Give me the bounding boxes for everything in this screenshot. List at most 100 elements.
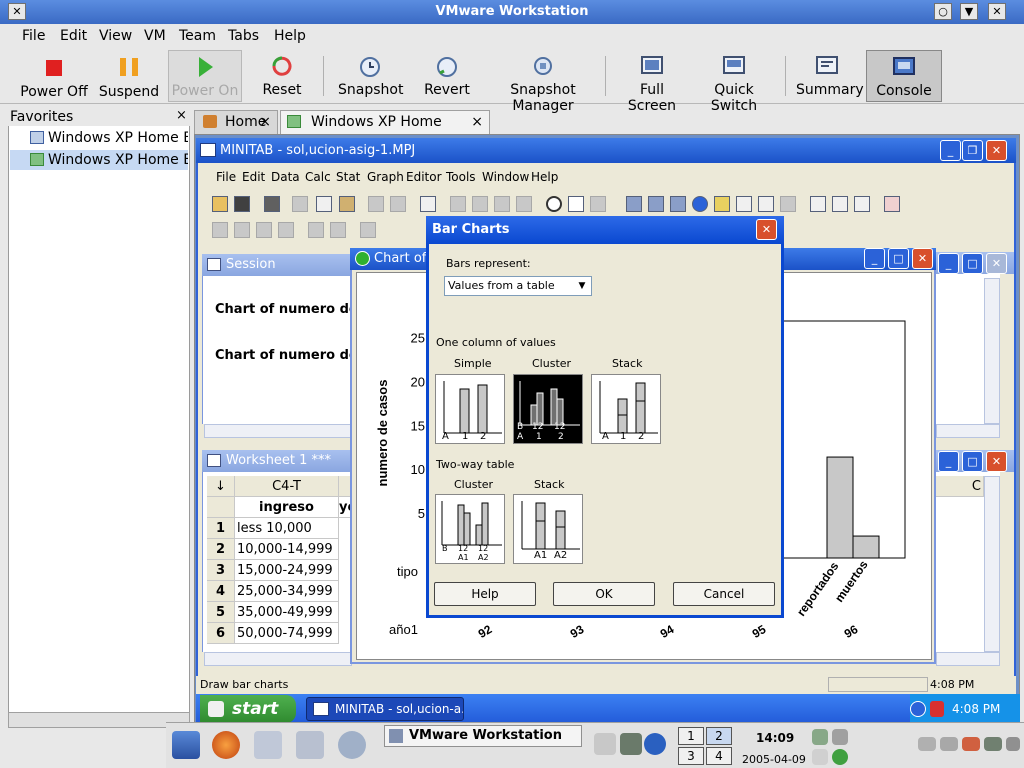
revert-button[interactable]: Revert [420,50,474,102]
stat-guide-icon[interactable] [590,196,606,212]
menu-edit[interactable]: Edit [60,28,87,44]
open-icon[interactable] [212,196,228,212]
row-number[interactable]: 1 [207,518,235,539]
worksheet-maximize-button[interactable]: □ [962,451,983,472]
reset-button[interactable]: Reset [258,50,306,102]
menu-vm[interactable]: VM [144,28,166,44]
up-arrow-icon[interactable] [450,196,466,212]
printer-icon[interactable] [832,729,848,745]
pager-desktop-3[interactable]: 3 [678,747,704,765]
start-button[interactable]: start [200,695,296,723]
data-direction-arrow[interactable]: ↓ [207,476,235,497]
worksheet-close-button[interactable]: ✕ [986,451,1007,472]
speaker-icon[interactable] [594,733,616,755]
brush-icon[interactable] [308,222,324,238]
cluster-chart-option[interactable]: B 12 12 A 1 2 [513,374,583,444]
help-button[interactable]: Help [434,582,536,606]
move-columns-icon[interactable] [256,222,272,238]
row-number[interactable]: 5 [207,602,235,623]
pen-icon[interactable] [330,222,346,238]
security-shield-icon[interactable] [930,701,944,717]
table-cell[interactable]: 35,000-49,999 [235,602,339,623]
check-icon[interactable] [644,733,666,755]
pager-desktop-2[interactable]: 2 [706,727,732,745]
undo-icon[interactable] [368,196,384,212]
logout-icon[interactable] [812,749,828,765]
maximize-button[interactable]: ▼ [960,3,978,20]
eraser-icon[interactable] [360,222,376,238]
display-icon[interactable] [940,737,958,751]
table-cell[interactable]: 10,000-14,999 [235,539,339,560]
keyboard-icon[interactable] [918,737,936,751]
two-way-cluster-option[interactable]: B 12 12 A1 A2 [435,494,505,564]
table-icon[interactable] [854,196,870,212]
table-cell[interactable]: 50,000-74,999 [235,623,339,644]
dialog-close-button[interactable]: ✕ [756,219,777,240]
taskbar-minitab-button[interactable]: MINITAB - sol,ucion-a... [306,697,464,721]
last-dialog-icon[interactable] [420,196,436,212]
network-icon[interactable] [620,733,642,755]
suspend-button[interactable]: Suspend [98,50,160,102]
help-icon[interactable] [568,196,584,212]
chart-maximize-button[interactable]: □ [888,248,909,269]
session-close-button[interactable]: ✕ [986,253,1007,274]
mt-menu-data[interactable]: Data [271,170,300,184]
pager-desktop-1[interactable]: 1 [678,727,704,745]
session-content[interactable]: Chart of numero de Chart of numero de [202,276,358,424]
globe-icon[interactable] [338,731,366,759]
find-icon[interactable] [494,196,510,212]
column-header[interactable]: C [936,476,984,497]
minitab-close-button[interactable]: ✕ [986,140,1007,161]
close-graphs-icon[interactable] [884,196,900,212]
save-icon[interactable] [234,196,250,212]
lock-icon[interactable] [812,729,828,745]
history-icon[interactable] [714,196,730,212]
snapshot-button[interactable]: Snapshot [338,50,403,102]
report-pad-icon[interactable] [736,196,752,212]
chart-minimize-button[interactable]: _ [864,248,885,269]
mt-menu-window[interactable]: Window [482,170,529,184]
show-graphs-icon[interactable] [810,196,826,212]
minitab-minimize-button[interactable]: _ [940,140,961,161]
column-name[interactable]: ingreso [235,497,339,518]
arrange-icon[interactable] [780,196,796,212]
favorite-item[interactable]: Windows XP Home Edi [10,128,188,148]
session-maximize-button[interactable]: □ [962,253,983,274]
session-hscrollbar[interactable] [204,424,352,438]
mt-menu-calc[interactable]: Calc [305,170,331,184]
row-number[interactable]: 3 [207,560,235,581]
firefox-icon[interactable] [212,731,240,759]
mt-menu-editor[interactable]: Editor [406,170,442,184]
cancel-icon[interactable] [546,196,562,212]
stack-chart-option[interactable]: A 1 2 [591,374,661,444]
hdd-icon[interactable] [984,737,1002,751]
print-icon[interactable] [264,196,280,212]
mt-menu-tools[interactable]: Tools [446,170,476,184]
table-cell[interactable]: less 10,000 [235,518,339,539]
full-screen-button[interactable]: Full Screen [616,50,688,114]
data-window-icon[interactable] [648,196,664,212]
redo-icon[interactable] [390,196,406,212]
bars-represent-select[interactable]: Values from a table ▼ [444,276,592,296]
summary-button[interactable]: Summary [796,50,864,102]
mt-menu-file[interactable]: File [216,170,236,184]
simple-chart-option[interactable]: A 1 2 [435,374,505,444]
sound-device-icon[interactable] [1006,737,1020,751]
ok-button[interactable]: OK [553,582,655,606]
kde-task-vmware[interactable]: VMware Workstation [384,725,582,747]
power-on-button[interactable]: Power On [168,50,242,102]
table-cell[interactable]: 15,000-24,999 [235,560,339,581]
insert-column-icon[interactable] [234,222,250,238]
close-button[interactable]: ✕ [988,3,1006,20]
status-ok-icon[interactable] [832,749,848,765]
tab-windows-xp[interactable]: Windows XP Home Edition × [280,110,490,152]
kde-menu-icon[interactable] [172,731,200,759]
graphs-folder-icon[interactable] [670,196,686,212]
worksheet-minimize-button[interactable]: _ [938,451,959,472]
worksheet-icon[interactable] [832,196,848,212]
mt-menu-graph[interactable]: Graph [367,170,404,184]
quick-switch-button[interactable]: Quick Switch [692,50,776,114]
menu-help[interactable]: Help [274,28,306,44]
row-number[interactable]: 4 [207,581,235,602]
close-tab-icon[interactable]: × [471,111,483,133]
